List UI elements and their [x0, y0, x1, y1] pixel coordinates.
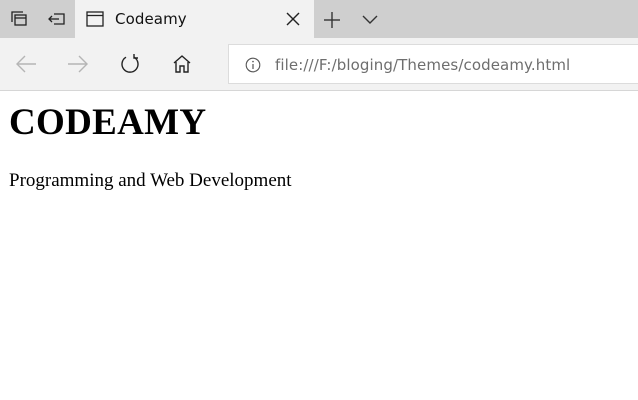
close-icon[interactable]: [286, 12, 300, 26]
page-content: CODEAMY Programming and Web Development: [0, 91, 638, 400]
navigation-bar: file:///F:/bloging/Themes/codeamy.html: [0, 38, 638, 91]
forward-button[interactable]: [66, 52, 90, 76]
tab-title: Codeamy: [115, 10, 187, 28]
address-bar[interactable]: file:///F:/bloging/Themes/codeamy.html: [228, 44, 638, 84]
tab-manager-button[interactable]: [0, 0, 37, 38]
home-button[interactable]: [170, 52, 194, 76]
refresh-button[interactable]: [118, 52, 142, 76]
tab-active[interactable]: Codeamy: [75, 0, 314, 38]
plus-icon[interactable]: [322, 10, 342, 30]
page-paragraph: Programming and Web Development: [9, 170, 292, 191]
forward-arrow-icon: [68, 55, 88, 73]
set-aside-tabs-icon: [47, 13, 65, 25]
page-icon: [86, 11, 104, 27]
set-aside-tabs-button[interactable]: [38, 0, 75, 38]
address-url[interactable]: file:///F:/bloging/Themes/codeamy.html: [275, 56, 570, 74]
refresh-icon: [121, 54, 139, 73]
info-icon[interactable]: [245, 57, 261, 73]
chevron-down-icon[interactable]: [360, 10, 380, 30]
tab-strip: Codeamy: [0, 0, 638, 38]
page-heading: CODEAMY: [9, 102, 207, 143]
back-button[interactable]: [14, 52, 38, 76]
tabs-aside-icon: [10, 11, 27, 26]
back-arrow-icon: [16, 55, 36, 73]
home-icon: [173, 55, 191, 73]
